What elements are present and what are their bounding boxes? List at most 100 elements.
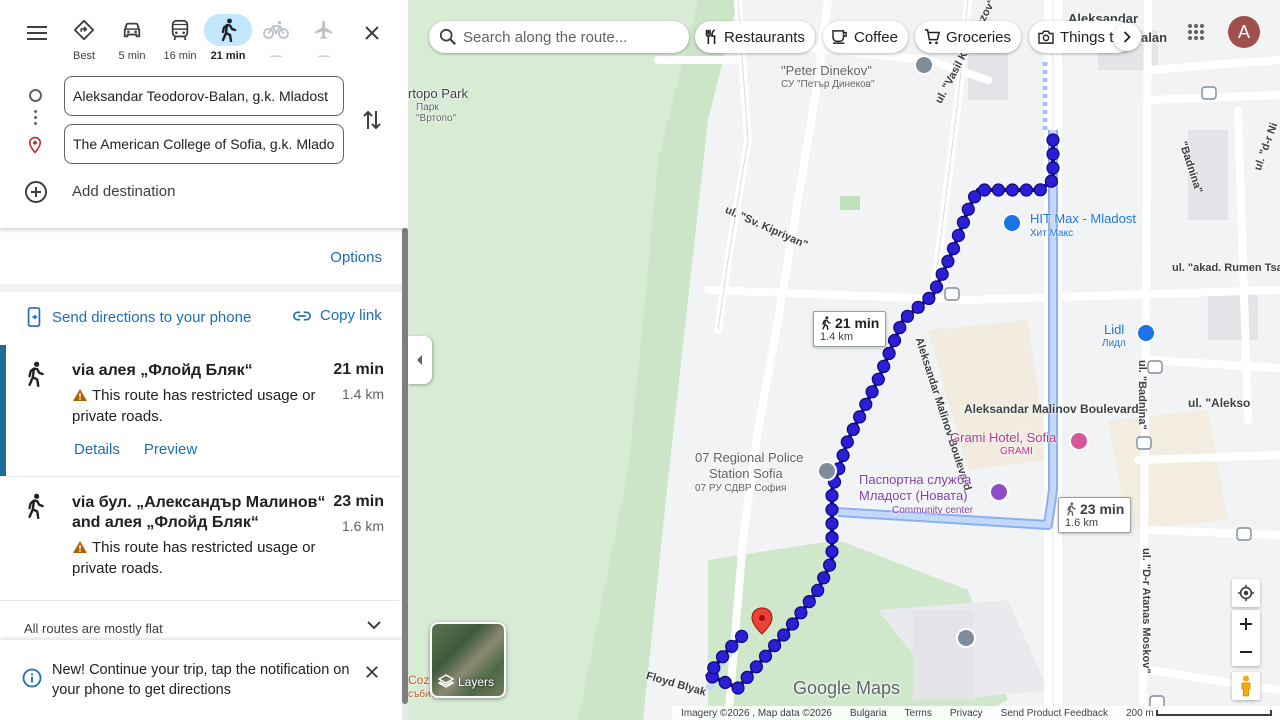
street-view-pegman-button[interactable] bbox=[1232, 672, 1260, 700]
map-canvas[interactable]: rtopo Park Парк "Вртопо" "Peter Dinekov"… bbox=[408, 0, 1280, 720]
mode-driving[interactable]: 5 min bbox=[108, 14, 156, 63]
mode-cycling[interactable]: — bbox=[252, 14, 300, 63]
mode-transit[interactable]: 16 min bbox=[156, 14, 204, 63]
info-icon bbox=[22, 668, 42, 688]
walk-icon bbox=[28, 361, 44, 387]
walk-icon bbox=[1067, 502, 1076, 516]
route-dot bbox=[877, 359, 891, 373]
route-dot bbox=[1033, 183, 1047, 197]
chip-coffee[interactable]: Coffee bbox=[823, 21, 908, 53]
route-dot bbox=[951, 228, 966, 243]
route-dot bbox=[893, 321, 907, 335]
google-apps-button[interactable] bbox=[1182, 18, 1210, 46]
passport-office-label: Паспортна служба bbox=[859, 472, 972, 487]
origin-input[interactable] bbox=[64, 76, 344, 116]
route-dot bbox=[825, 516, 839, 531]
route-dot bbox=[794, 606, 808, 620]
warning-icon bbox=[73, 541, 87, 553]
dismiss-notice-button[interactable] bbox=[360, 660, 384, 684]
grami-hotel-label-bg: GRAMI bbox=[1000, 446, 1033, 457]
route-dot bbox=[991, 183, 1006, 197]
menu-button[interactable] bbox=[20, 18, 54, 48]
footer-feedback[interactable]: Send Product Feedback bbox=[992, 708, 1117, 719]
account-avatar[interactable]: A bbox=[1228, 16, 1260, 48]
route-option-1[interactable]: via алея „Флойд Бляк“ 21 min 1.4 km This… bbox=[0, 345, 402, 477]
send-to-phone-label: Send directions to your phone bbox=[52, 308, 252, 326]
chips-next-button[interactable] bbox=[1113, 23, 1141, 51]
route-dot bbox=[1005, 183, 1020, 197]
elevation-summary-row[interactable]: All routes are mostly flat bbox=[0, 602, 402, 642]
community-center-label: Community center bbox=[892, 505, 974, 516]
origin-circle-icon bbox=[29, 89, 42, 102]
route-preview-button[interactable]: Preview bbox=[144, 441, 197, 458]
collapse-panel-button[interactable] bbox=[408, 336, 432, 384]
passport-office-label: Младост (Новата) bbox=[859, 488, 968, 503]
search-along-route[interactable] bbox=[429, 21, 689, 53]
close-directions-button[interactable] bbox=[356, 18, 388, 48]
route-dot bbox=[811, 583, 825, 598]
options-button[interactable]: Options bbox=[330, 249, 382, 266]
route-via: via алея „Флойд Бляк“ bbox=[72, 362, 253, 379]
route-duration: 23 min bbox=[333, 493, 384, 510]
notice-text: New! Continue your trip, tap the notific… bbox=[52, 662, 350, 698]
route-option-2[interactable]: via бул. „Александър Малинов“ and алея „… bbox=[0, 477, 402, 601]
police-label: Station Sofia bbox=[709, 466, 783, 481]
continue-trip-notice: New! Continue your trip, tap the notific… bbox=[0, 640, 402, 720]
route-dot bbox=[715, 650, 730, 664]
route-dot bbox=[929, 280, 944, 294]
my-location-button[interactable] bbox=[1232, 579, 1260, 607]
route-dot bbox=[768, 638, 782, 653]
police-label: 07 Regional Police bbox=[695, 450, 804, 465]
send-to-phone-icon bbox=[27, 307, 41, 327]
mode-label: 16 min bbox=[163, 50, 197, 62]
park-label: rtopo Park bbox=[408, 86, 468, 101]
zoom-in-button[interactable] bbox=[1232, 610, 1260, 638]
chip-label: Things t bbox=[1060, 28, 1114, 46]
map-attribution: Imagery ©2026 , Map data ©2026 bbox=[681, 707, 832, 719]
police-label-bg: 07 РУ СДВР София bbox=[695, 483, 787, 494]
hit-max-label: HIT Max - Mladost bbox=[1030, 211, 1136, 226]
add-destination-button[interactable]: Add destination bbox=[72, 183, 175, 200]
coffee-icon bbox=[832, 30, 847, 44]
mode-label: 5 min bbox=[118, 50, 146, 62]
route-dot bbox=[817, 571, 831, 585]
send-to-phone-button[interactable]: Send directions to your phone bbox=[26, 307, 251, 327]
mode-walking[interactable]: 21 min bbox=[204, 14, 252, 63]
route-details-button[interactable]: Details bbox=[74, 441, 120, 458]
route-dot bbox=[825, 489, 839, 503]
street-label: ul. "Alekso bbox=[1188, 396, 1251, 410]
route-dot bbox=[785, 617, 800, 631]
route-dots-icon bbox=[34, 110, 37, 128]
route-dot bbox=[1044, 174, 1059, 188]
route-dot bbox=[961, 202, 975, 216]
route-dot bbox=[1019, 183, 1034, 197]
plus-icon bbox=[1240, 618, 1252, 630]
destination-input[interactable] bbox=[64, 124, 344, 164]
zoom-out-button[interactable] bbox=[1232, 638, 1260, 666]
footer-privacy[interactable]: Privacy bbox=[941, 708, 992, 719]
route-dot bbox=[859, 397, 873, 411]
chip-groceries[interactable]: Groceries bbox=[915, 21, 1022, 53]
layers-button[interactable]: Layers bbox=[430, 622, 506, 698]
route-dot bbox=[735, 629, 749, 644]
chevron-right-icon bbox=[1123, 31, 1131, 43]
copy-link-button[interactable]: Copy link bbox=[292, 307, 382, 324]
walk-icon bbox=[28, 493, 44, 519]
footer-terms[interactable]: Terms bbox=[896, 708, 941, 719]
route-tip-alternative[interactable]: 23 min 1.6 km bbox=[1058, 497, 1132, 533]
route-tip-primary[interactable]: 21 min 1.4 km bbox=[813, 311, 887, 347]
footer-country[interactable]: Bulgaria bbox=[841, 708, 896, 719]
search-along-route-input[interactable] bbox=[463, 28, 683, 46]
chip-restaurants[interactable]: Restaurants bbox=[695, 21, 815, 53]
mode-best[interactable]: Best bbox=[60, 14, 108, 63]
my-location-icon bbox=[1237, 584, 1255, 602]
map-scale[interactable]: 200 m bbox=[1117, 708, 1280, 719]
map-footer: Imagery ©2026 , Map data ©2026 Bulgaria … bbox=[672, 706, 1280, 720]
route-dot bbox=[777, 628, 791, 642]
swap-locations-button[interactable] bbox=[356, 104, 388, 136]
route-dot bbox=[731, 681, 745, 695]
street-label: ul. "akad. Rumen Tsa bbox=[1172, 262, 1280, 274]
route-dot bbox=[823, 558, 837, 572]
route-warning-text: This route has restricted usage or priva… bbox=[72, 539, 316, 577]
mode-flights[interactable]: — bbox=[300, 14, 348, 63]
